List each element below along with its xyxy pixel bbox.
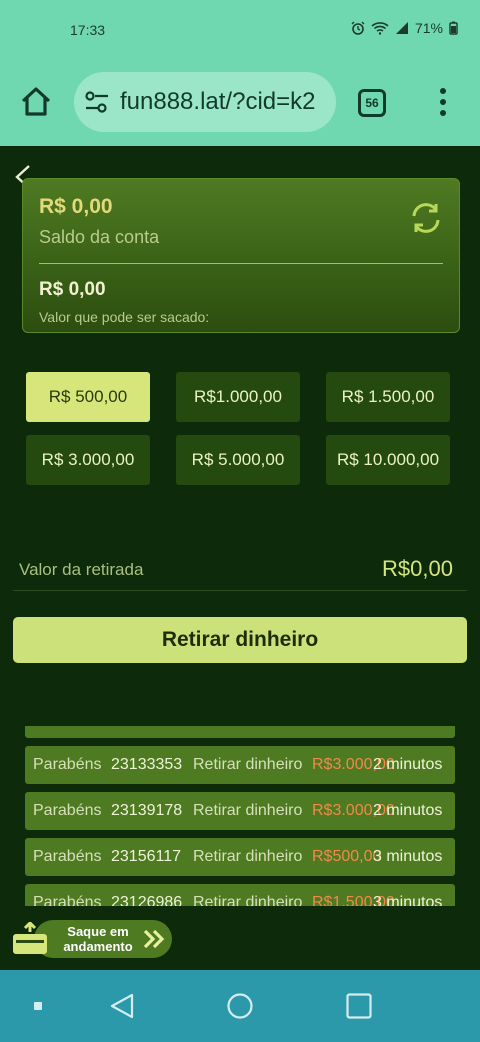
withdrawable-value: R$ 0,00 — [39, 279, 106, 300]
feed-user-id: 23156117 — [111, 848, 181, 865]
system-navigation-bar — [0, 970, 480, 1042]
amount-option-10000[interactable]: R$ 10.000,00 — [326, 435, 450, 485]
feed-row: Parabéns 23156117 Retirar dinheiro R$500… — [25, 838, 455, 876]
feed-user-id: 23139178 — [111, 802, 183, 819]
address-bar[interactable]: fun888.lat/?cid=k2 — [74, 72, 336, 132]
url-text[interactable]: fun888.lat/?cid=k2 — [120, 88, 315, 116]
amount-option-500[interactable]: R$ 500,00 — [26, 372, 150, 422]
status-bar: 17:33 71% — [0, 0, 480, 60]
feed-user-id: 23133353 — [111, 756, 183, 773]
feed-time: 3 minutos — [373, 894, 443, 906]
signal-icon — [395, 22, 408, 34]
amount-option-1500[interactable]: R$ 1.500,00 — [326, 372, 450, 422]
recents-square-icon[interactable] — [345, 992, 373, 1020]
withdrawable-label: Valor que pode ser sacado: — [39, 309, 210, 325]
feed-row: Parabéns 23133353 Retirar dinheiro R$3.0… — [25, 746, 455, 784]
wallet-icon — [13, 922, 47, 954]
status-time: 17:33 — [70, 22, 106, 38]
refresh-icon[interactable] — [409, 201, 443, 235]
more-menu-icon[interactable] — [436, 86, 450, 118]
amount-option-3000[interactable]: R$ 3.000,00 — [26, 435, 150, 485]
feed-congrats: Parabéns — [33, 802, 102, 819]
battery-percent: 71% — [414, 20, 443, 36]
feed-time: 2 minutos — [373, 756, 443, 773]
feed-congrats: Parabéns — [33, 894, 102, 906]
withdrawal-amount-value: R$0,00 — [382, 556, 453, 581]
withdrawal-feed: Parabéns 23133353 Retirar dinheiro R$3.0… — [22, 726, 458, 906]
withdraw-page: R$ 0,00 Saldo da conta R$ 0,00 Valor que… — [0, 146, 480, 970]
site-settings-icon[interactable] — [84, 90, 110, 114]
wifi-icon — [371, 22, 389, 35]
account-balance-label: Saldo da conta — [39, 227, 160, 247]
feed-congrats: Parabéns — [33, 756, 102, 773]
account-balance-value: R$ 0,00 — [39, 195, 113, 218]
home-icon[interactable] — [18, 84, 54, 120]
alarm-icon — [351, 21, 365, 35]
withdrawal-divider — [13, 590, 467, 591]
feed-congrats: Parabéns — [33, 848, 102, 865]
feed-row-partial — [25, 726, 455, 738]
amount-option-5000[interactable]: R$ 5.000,00 — [176, 435, 300, 485]
feed-time: 3 minutos — [373, 848, 443, 865]
pill-line2: andamento — [63, 939, 133, 954]
withdrawal-amount-label: Valor da retirada — [19, 560, 144, 579]
double-chevron-right-icon — [143, 929, 165, 949]
feed-row: Parabéns 23139178 Retirar dinheiro R$3.0… — [25, 792, 455, 830]
battery-icon — [449, 21, 458, 35]
tab-count-button[interactable]: 56 — [358, 89, 386, 117]
feed-action: Retirar dinheiro — [193, 802, 303, 819]
feed-time: 2 minutos — [373, 802, 443, 819]
system-icons: 71% — [351, 20, 458, 36]
feed-amount: R$500,00 — [312, 848, 382, 865]
card-divider — [39, 263, 443, 264]
feed-action: Retirar dinheiro — [193, 756, 303, 773]
amount-option-1000[interactable]: R$1.000,00 — [176, 372, 300, 422]
pill-text: Saque em andamento — [58, 924, 138, 954]
recent-dot-icon — [34, 1002, 42, 1010]
withdraw-button[interactable]: Retirar dinheiro — [13, 617, 467, 663]
withdrawal-in-progress-button[interactable]: Saque em andamento — [12, 920, 172, 958]
feed-row: Parabéns 23126986 Retirar dinheiro R$1.5… — [25, 884, 455, 906]
feed-action: Retirar dinheiro — [193, 848, 303, 865]
feed-user-id: 23126986 — [111, 894, 183, 906]
pill-line1: Saque em — [67, 924, 129, 939]
back-icon[interactable] — [108, 992, 136, 1020]
home-circle-icon[interactable] — [226, 992, 254, 1020]
balance-card: R$ 0,00 Saldo da conta R$ 0,00 Valor que… — [22, 178, 460, 333]
browser-toolbar: fun888.lat/?cid=k2 56 — [0, 60, 480, 146]
feed-action: Retirar dinheiro — [193, 894, 303, 906]
